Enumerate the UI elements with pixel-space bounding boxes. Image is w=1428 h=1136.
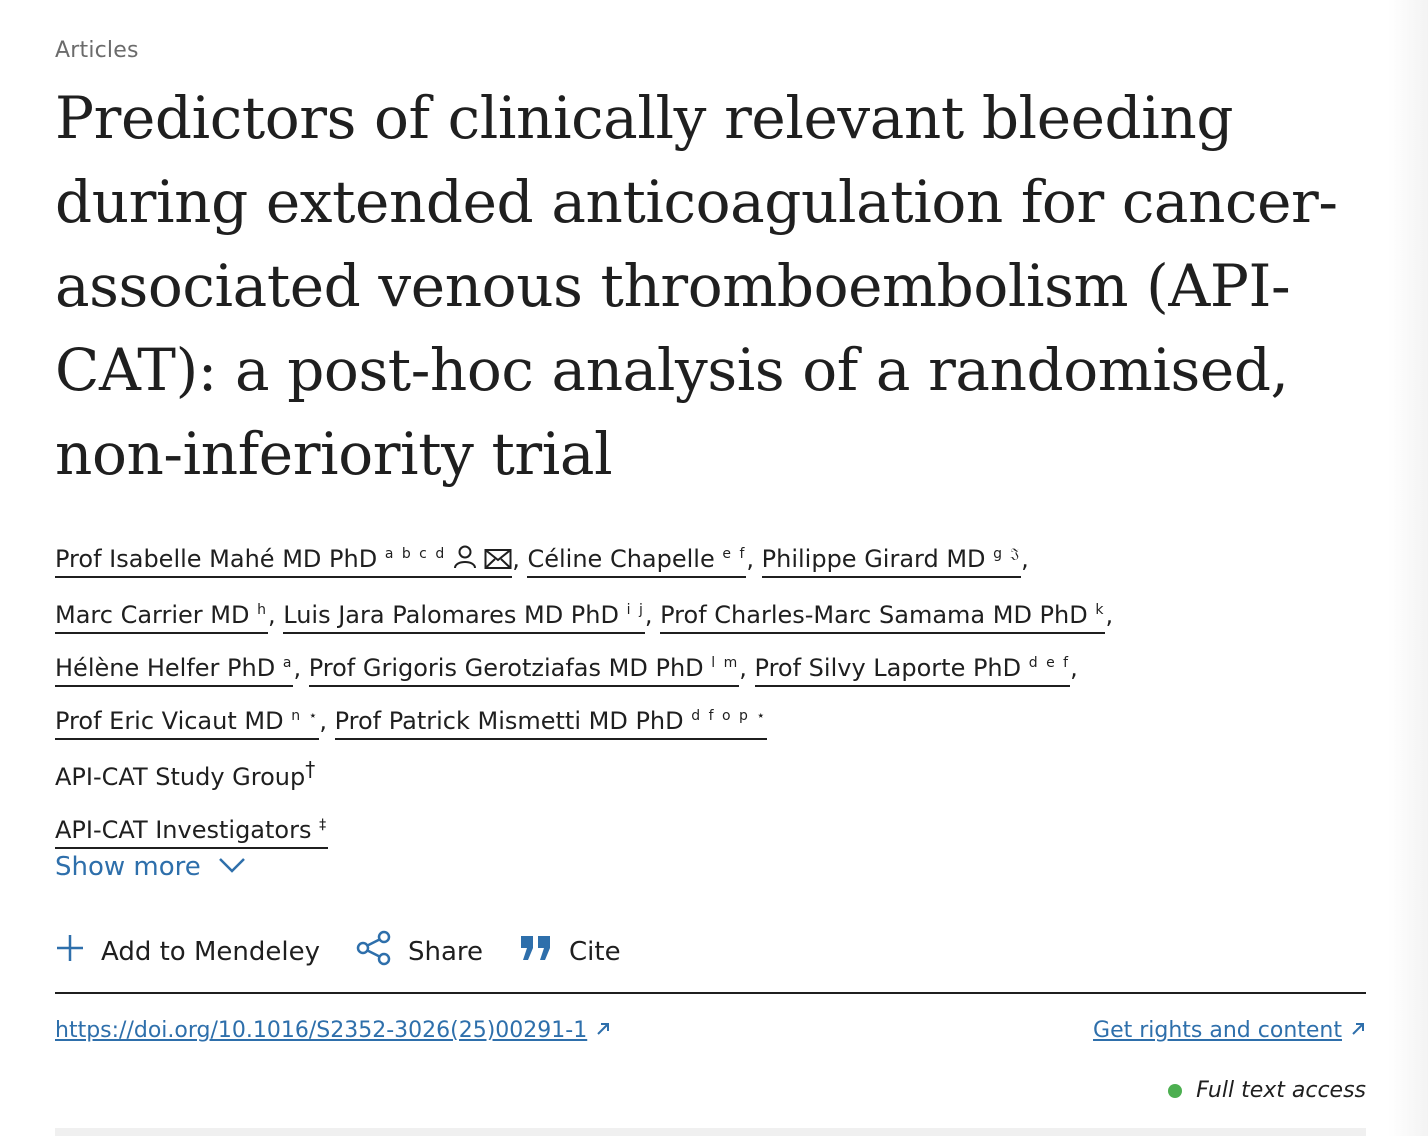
- author-list: Prof Isabelle Mahé MD PhD a b c d, Célin…: [55, 530, 1366, 854]
- author-name: Céline Chapelle: [527, 545, 715, 573]
- person-icon: [452, 538, 478, 586]
- show-more-button[interactable]: Show more: [55, 852, 247, 882]
- envelope-icon: [484, 538, 512, 586]
- author-link[interactable]: Hélène Helfer PhD a: [55, 654, 294, 687]
- share-icon: [356, 930, 392, 973]
- investigators-link[interactable]: API-CAT Investigators ‡: [55, 816, 329, 849]
- author-affiliations: k: [1095, 602, 1106, 618]
- author-affiliations: h: [257, 602, 268, 618]
- investigators-group: API-CAT Investigators ‡: [55, 801, 1366, 854]
- author-affiliations: i j: [626, 602, 645, 618]
- author-name: Prof Grigoris Gerotziafas MD PhD: [308, 654, 704, 682]
- author-link[interactable]: Prof Silvy Laporte PhD d e f: [754, 654, 1071, 687]
- author-affiliations: a b c d: [384, 546, 447, 562]
- author-affiliations: n ⋆: [291, 708, 320, 724]
- cite-button[interactable]: Cite: [519, 934, 621, 969]
- author-name: Prof Patrick Mismetti MD PhD: [334, 707, 684, 735]
- doi-text: https://doi.org/10.1016/S2352-3026(25)00…: [55, 1018, 588, 1043]
- scroll-shadow: [1388, 0, 1428, 1136]
- author-affiliations: d f o p ⋆: [691, 708, 768, 724]
- article-title: Predictors of clinically relevant bleedi…: [55, 84, 1338, 488]
- plus-icon: [55, 933, 85, 970]
- rights-text: Get rights and content: [1093, 1018, 1342, 1043]
- doi-link[interactable]: https://doi.org/10.1016/S2352-3026(25)00…: [55, 1018, 611, 1043]
- section-label: Articles: [55, 38, 139, 63]
- external-link-icon: [1350, 1018, 1366, 1043]
- external-link-icon: [595, 1018, 611, 1043]
- share-label: Share: [407, 936, 484, 967]
- share-button[interactable]: Share: [356, 930, 483, 973]
- access-status: Full text access: [1168, 1078, 1366, 1103]
- author-affiliations: d e f: [1028, 655, 1071, 671]
- add-to-mendeley-button[interactable]: Add to Mendeley: [55, 933, 320, 970]
- author-link[interactable]: Prof Charles-Marc Samama MD PhD k: [660, 601, 1106, 634]
- author-affiliations: a: [282, 655, 294, 671]
- author-name: Prof Charles-Marc Samama MD PhD: [660, 601, 1088, 629]
- author-link[interactable]: Prof Patrick Mismetti MD PhD d f o p ⋆: [334, 707, 768, 740]
- bottom-divider: [55, 1128, 1366, 1136]
- author-name: Philippe Girard MD: [761, 545, 986, 573]
- author-affiliations: l m: [711, 655, 740, 671]
- author-affiliations: g 𝔍: [993, 546, 1022, 562]
- rights-and-content-link[interactable]: Get rights and content: [1093, 1018, 1366, 1043]
- article-actions: Add to Mendeley Share Cite: [55, 930, 621, 973]
- author-name: Prof Silvy Laporte PhD: [754, 654, 1022, 682]
- author-name: Marc Carrier MD: [55, 601, 250, 629]
- investigators-note: ‡: [319, 817, 329, 833]
- author-link[interactable]: Céline Chapelle e f: [527, 545, 747, 578]
- add-to-mendeley-label: Add to Mendeley: [101, 936, 320, 967]
- access-dot-icon: [1168, 1083, 1183, 1098]
- show-more-label: Show more: [55, 852, 201, 882]
- author-link[interactable]: Prof Grigoris Gerotziafas MD PhD l m: [308, 654, 740, 687]
- author-affiliations: e f: [722, 546, 747, 562]
- author-name: Hélène Helfer PhD: [55, 654, 276, 682]
- divider: [55, 992, 1366, 994]
- author-name: Prof Eric Vicaut MD: [55, 707, 284, 735]
- author-link[interactable]: Philippe Girard MD g 𝔍: [761, 545, 1022, 578]
- study-group-name: API-CAT Study Group: [55, 763, 306, 791]
- study-group: API-CAT Study Group†: [55, 745, 1366, 801]
- author-link[interactable]: Marc Carrier MD h: [55, 601, 268, 634]
- author-link[interactable]: Prof Isabelle Mahé MD PhD a b c d: [55, 545, 513, 578]
- author-link[interactable]: Prof Eric Vicaut MD n ⋆: [55, 707, 320, 740]
- access-text: Full text access: [1196, 1078, 1366, 1103]
- investigators-name: API-CAT Investigators: [55, 816, 312, 844]
- cite-label: Cite: [569, 936, 621, 967]
- author-name: Prof Isabelle Mahé MD PhD: [55, 545, 378, 573]
- chevron-down-icon: [217, 852, 247, 882]
- author-name: Luis Jara Palomares MD PhD: [283, 601, 619, 629]
- quote-icon: [519, 934, 553, 969]
- author-link[interactable]: Luis Jara Palomares MD PhD i j: [283, 601, 645, 634]
- study-group-note: †: [305, 757, 316, 781]
